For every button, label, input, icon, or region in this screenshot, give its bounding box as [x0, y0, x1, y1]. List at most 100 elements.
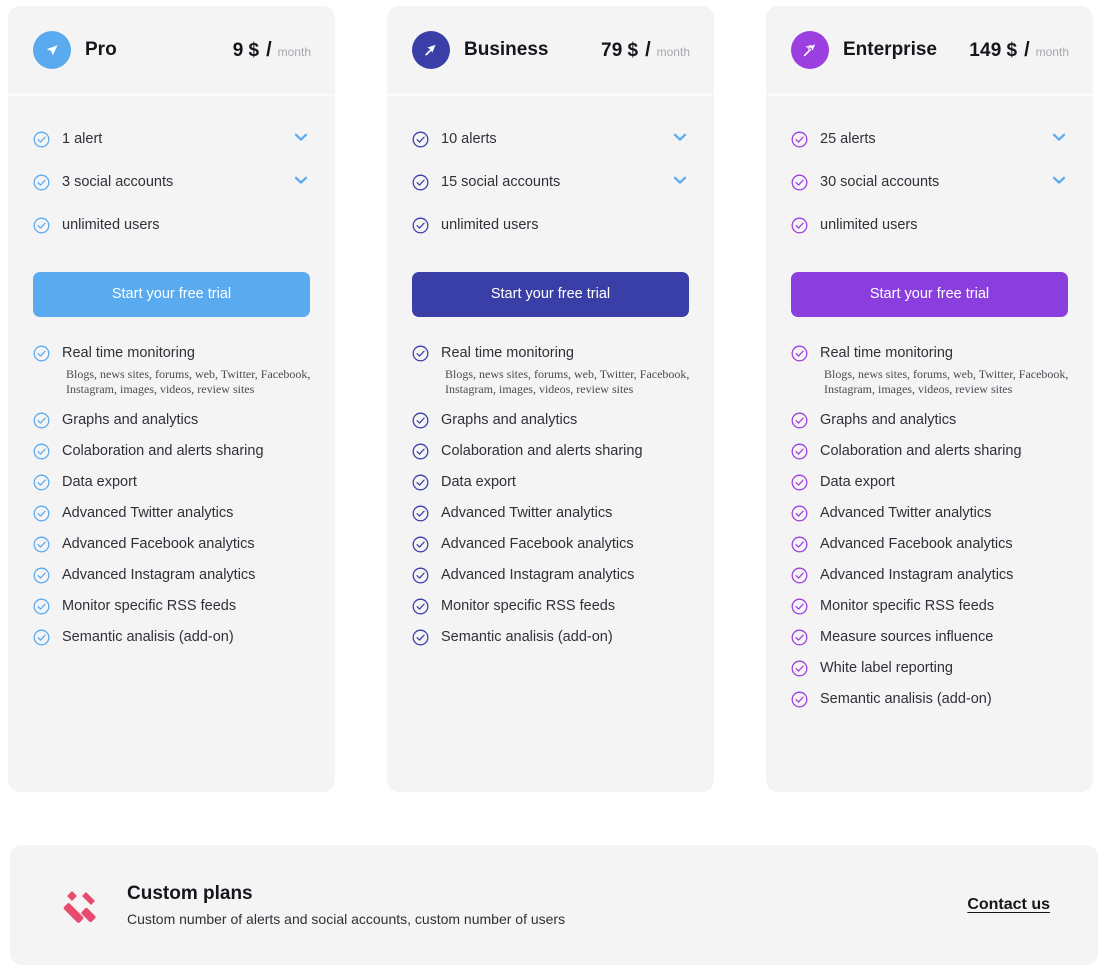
feature-row: Advanced Twitter analytics — [412, 502, 694, 524]
feature-main: Colaboration and alerts sharing — [33, 440, 264, 462]
pricing-page: Pro 9 $ / month 1 alert 3 social accounts unlim… — [0, 0, 1108, 973]
price-period: month — [1035, 44, 1069, 59]
feature-label: Monitor specific RSS feeds — [62, 598, 237, 614]
price-currency: $ — [627, 39, 639, 61]
feature-main: Advanced Twitter analytics — [412, 502, 612, 524]
feature-label: Monitor specific RSS feeds — [441, 598, 616, 614]
contact-us-link[interactable]: Contact us — [967, 896, 1050, 914]
chevron-down-icon — [294, 133, 308, 141]
plan-header: Business 79 $ / month — [387, 6, 714, 96]
feature-label: Graphs and analytics — [441, 412, 578, 428]
feature-label: Advanced Instagram analytics — [441, 567, 635, 583]
plan-cards-row: Pro 9 $ / month 1 alert 3 social accounts unlim… — [0, 0, 1108, 792]
plan-card-business: Business 79 $ / month 10 alerts 15 social acco… — [387, 6, 714, 792]
quota-label: unlimited users — [441, 217, 539, 233]
feature-subtext: Blogs, news sites, forums, web, Twitter,… — [824, 367, 1069, 396]
start-free-trial-button[interactable]: Start your free trial — [412, 272, 689, 317]
quota-expand-toggle[interactable] — [1049, 127, 1069, 152]
start-free-trial-button[interactable]: Start your free trial — [791, 272, 1068, 317]
quota-row[interactable]: 10 alerts — [412, 126, 690, 152]
feature-row: Data export — [412, 471, 694, 493]
quota-expand-toggle[interactable] — [670, 127, 690, 152]
feature-main: Monitor specific RSS feeds — [791, 595, 994, 617]
quota-row: unlimited users — [412, 212, 690, 238]
chevron-down-icon — [673, 176, 687, 184]
check-circle-icon — [412, 474, 429, 490]
custom-plans-text: Custom plans Custom number of alerts and… — [127, 883, 565, 927]
quota-row[interactable]: 30 social accounts — [791, 169, 1069, 195]
check-circle-icon — [791, 412, 808, 428]
price-amount: 9 — [232, 39, 244, 61]
chevron-down-icon — [1052, 133, 1066, 141]
feature-label: Semantic analisis (add-on) — [441, 629, 613, 645]
feature-main: Data export — [791, 471, 895, 493]
feature-main: Semantic analisis (add-on) — [412, 626, 613, 648]
quota-expand-toggle[interactable] — [291, 127, 311, 152]
quota-label: 30 social accounts — [820, 174, 940, 190]
check-circle-icon — [791, 567, 808, 583]
feature-label: Data export — [441, 474, 516, 490]
feature-label: Data export — [62, 474, 137, 490]
feature-label: Advanced Instagram analytics — [820, 567, 1014, 583]
chevron-down-icon — [294, 176, 308, 184]
quota-expand-toggle[interactable] — [291, 170, 311, 195]
feature-row: Semantic analisis (add-on) — [412, 626, 694, 648]
plan-name: Pro — [85, 39, 117, 60]
feature-main: Real time monitoring — [412, 342, 574, 364]
check-circle-icon — [33, 474, 50, 490]
feature-label: Advanced Instagram analytics — [62, 567, 256, 583]
feature-row: Graphs and analytics — [791, 409, 1073, 431]
feature-row: Data export — [33, 471, 315, 493]
plan-price: 149 $ / month — [969, 39, 1069, 62]
quota-expand-toggle[interactable] — [670, 170, 690, 195]
check-circle-icon — [791, 217, 808, 233]
feature-row: Colaboration and alerts sharing — [412, 440, 694, 462]
quota-row[interactable]: 25 alerts — [791, 126, 1069, 152]
plan-name: Enterprise — [843, 39, 937, 60]
check-circle-icon — [33, 174, 50, 190]
check-circle-icon — [412, 345, 429, 361]
quota-label: 15 social accounts — [441, 174, 561, 190]
feature-main: Advanced Twitter analytics — [791, 502, 991, 524]
quota-row[interactable]: 15 social accounts — [412, 169, 690, 195]
check-circle-icon — [791, 629, 808, 645]
feature-label: Monitor specific RSS feeds — [820, 598, 995, 614]
feature-main: Advanced Instagram analytics — [33, 564, 255, 586]
start-free-trial-button[interactable]: Start your free trial — [33, 272, 310, 317]
feature-label: Real time monitoring — [820, 345, 953, 361]
feature-main: Colaboration and alerts sharing — [412, 440, 643, 462]
feature-row: Monitor specific RSS feeds — [412, 595, 694, 617]
quota-label: 3 social accounts — [62, 174, 174, 190]
price-period: month — [277, 44, 311, 59]
feature-row: Advanced Twitter analytics — [791, 502, 1073, 524]
quota-row: unlimited users — [791, 212, 1069, 238]
feature-label: Advanced Facebook analytics — [820, 536, 1013, 552]
feature-subtext: Blogs, news sites, forums, web, Twitter,… — [445, 367, 690, 396]
feature-main: Advanced Facebook analytics — [33, 533, 255, 555]
feature-main: Advanced Facebook analytics — [412, 533, 634, 555]
feature-row: Monitor specific RSS feeds — [33, 595, 315, 617]
feature-label: Colaboration and alerts sharing — [820, 443, 1022, 459]
quota-row[interactable]: 3 social accounts — [33, 169, 311, 195]
feature-row: Advanced Instagram analytics — [791, 564, 1073, 586]
check-circle-icon — [412, 505, 429, 521]
feature-label: Colaboration and alerts sharing — [441, 443, 643, 459]
feature-label: Measure sources influence — [820, 629, 994, 645]
quota-expand-toggle[interactable] — [1049, 170, 1069, 195]
feature-subtext: Blogs, news sites, forums, web, Twitter,… — [66, 367, 311, 396]
quota-row[interactable]: 1 alert — [33, 126, 311, 152]
feature-row: Advanced Facebook analytics — [412, 533, 694, 555]
feature-label: Data export — [820, 474, 895, 490]
quota-label: 1 alert — [62, 131, 103, 147]
check-circle-icon — [33, 345, 50, 361]
feature-label: Advanced Twitter analytics — [820, 505, 992, 521]
arrow-up-right-icon — [412, 31, 450, 69]
price-period: month — [656, 44, 690, 59]
plan-feature-list: Real time monitoring Blogs, news sites, f… — [766, 317, 1093, 792]
check-circle-icon — [791, 474, 808, 490]
feature-main: Advanced Instagram analytics — [791, 564, 1013, 586]
feature-main: Advanced Instagram analytics — [412, 564, 634, 586]
check-circle-icon — [33, 505, 50, 521]
check-circle-icon — [412, 536, 429, 552]
check-circle-icon — [33, 217, 50, 233]
